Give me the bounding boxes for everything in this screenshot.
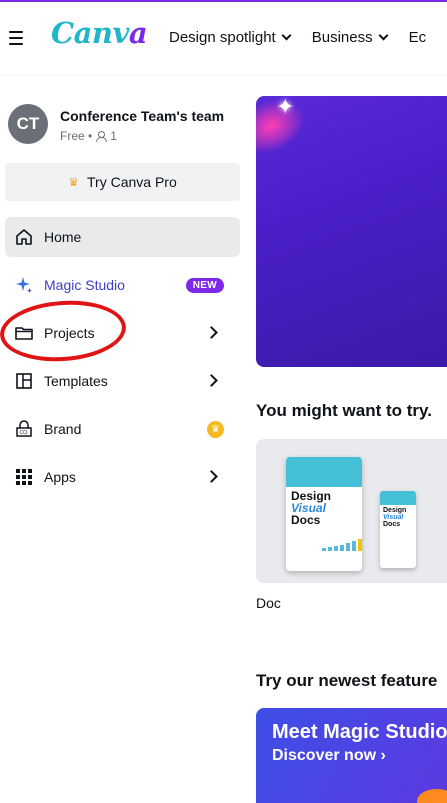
person-icon: [96, 130, 108, 142]
chevron-right-icon: [205, 470, 218, 483]
canva-logo[interactable]: Canva: [51, 16, 148, 50]
team-name: Conference Team's team: [60, 108, 225, 124]
main-content: ✦ You might want to try. Design Visual D…: [256, 76, 447, 803]
nav-education[interactable]: Ec: [409, 29, 427, 46]
home-icon: [13, 226, 35, 248]
discover-now-link[interactable]: Discover now ›: [272, 747, 386, 765]
top-navigation-bar: Canva Design spotlight Business Ec: [0, 0, 447, 74]
team-member-count: 1: [110, 129, 117, 143]
sidebar-item-label: Brand: [44, 421, 82, 437]
sidebar-item-apps[interactable]: Apps: [5, 457, 240, 497]
sparkle-icon: ✦: [276, 96, 295, 119]
thumb-text: Docs: [383, 521, 401, 528]
chevron-right-icon: [205, 374, 218, 387]
nav-design-spotlight[interactable]: Design spotlight: [169, 29, 292, 46]
chevron-down-icon: [281, 30, 292, 41]
pro-crown-icon: ♛: [207, 421, 224, 438]
try-pro-label: Try Canva Pro: [87, 174, 177, 190]
thumb-text: Design: [383, 507, 407, 514]
doc-thumbnail: Design Visual Docs: [286, 457, 362, 571]
sidebar-item-templates[interactable]: Templates: [5, 361, 240, 401]
sidebar-item-label: Apps: [44, 469, 76, 485]
svg-text:CO.: CO.: [20, 430, 29, 436]
chevron-down-icon: [378, 30, 389, 41]
magic-studio-banner[interactable]: Meet Magic Studio Discover now ›: [256, 708, 447, 803]
team-switcher[interactable]: CT Conference Team's team Free • 1: [8, 104, 248, 148]
nav-business[interactable]: Business: [311, 29, 389, 46]
thumb-text: Docs: [291, 513, 321, 527]
folder-icon: [13, 322, 35, 344]
sparkle-icon: [13, 274, 35, 296]
apps-icon: [13, 466, 35, 488]
top-nav: Design spotlight Business Ec: [169, 29, 447, 46]
crown-icon: ♛: [68, 175, 80, 189]
sidebar-item-label: Magic Studio: [44, 277, 125, 293]
sidebar-item-magic-studio[interactable]: Magic Studio NEW: [5, 265, 240, 305]
sidebar-item-home[interactable]: Home: [5, 217, 240, 257]
sidebar-item-projects[interactable]: Projects: [5, 313, 240, 353]
nav-label: Design spotlight: [169, 29, 276, 46]
menu-icon[interactable]: [9, 31, 23, 45]
sidebar-menu: Home Magic Studio NEW Projects Templates: [5, 217, 240, 505]
team-meta: Free • 1: [60, 129, 117, 143]
new-badge: NEW: [185, 278, 224, 293]
sidebar-item-label: Projects: [44, 325, 95, 341]
nav-label: Ec: [408, 29, 427, 46]
chevron-right-icon: [205, 326, 218, 339]
features-title: Try our newest feature: [256, 671, 438, 690]
avatar: CT: [8, 104, 48, 144]
team-plan: Free •: [60, 129, 93, 143]
banner-title: Meet Magic Studio: [272, 721, 447, 743]
sidebar-item-label: Templates: [44, 373, 108, 389]
sidebar: CT Conference Team's team Free • 1 ♛ Try…: [0, 76, 248, 803]
banner-decoration: [417, 789, 447, 803]
sidebar-item-brand[interactable]: CO. Brand ♛: [5, 409, 240, 449]
sidebar-item-label: Home: [44, 229, 82, 245]
doc-card[interactable]: Design Visual Docs Design Visual Docs: [256, 439, 447, 583]
hero-banner[interactable]: ✦: [256, 96, 447, 367]
suggestions-title: You might want to try.: [256, 401, 432, 420]
doc-card-label[interactable]: Doc: [256, 595, 281, 611]
thumb-bars: [322, 537, 362, 551]
brand-icon: CO.: [13, 418, 35, 440]
templates-icon: [13, 370, 35, 392]
doc-thumbnail-mobile: Design Visual Docs: [380, 491, 416, 568]
nav-label: Business: [311, 29, 373, 46]
try-canva-pro-button[interactable]: ♛ Try Canva Pro: [5, 163, 240, 201]
thumb-text: Visual: [383, 514, 404, 521]
